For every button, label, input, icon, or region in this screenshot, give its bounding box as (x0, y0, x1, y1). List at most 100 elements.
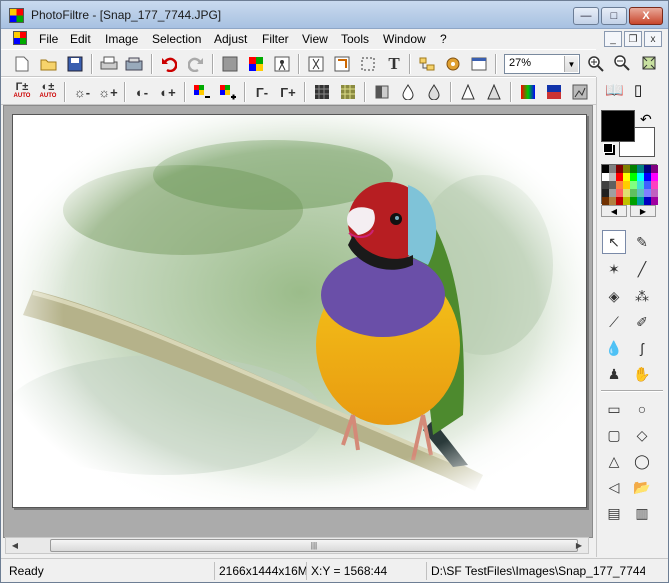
document-system-icon[interactable] (13, 31, 27, 45)
colorize-button[interactable] (517, 81, 539, 103)
film-tool[interactable]: ▤ (602, 501, 626, 525)
palette-swatch[interactable] (616, 189, 623, 197)
smudge-tool[interactable]: ʃ (630, 336, 654, 360)
palette-swatch[interactable] (623, 181, 630, 189)
save-button[interactable] (64, 53, 86, 75)
color-mode-button[interactable] (245, 53, 267, 75)
brush-tool[interactable]: ⟋ (602, 310, 626, 334)
palette-swatch[interactable] (630, 165, 637, 173)
book-panel-icon[interactable]: 📖 (605, 81, 625, 103)
plugin-button[interactable] (442, 53, 464, 75)
dust-button[interactable] (311, 81, 333, 103)
menu-view[interactable]: View (302, 32, 328, 46)
maximize-button[interactable]: □ (601, 7, 627, 25)
rectangle-tool[interactable]: ▭ (602, 397, 626, 421)
saturation-plus-button[interactable] (217, 81, 239, 103)
scroll-right-icon[interactable]: ▶ (571, 539, 587, 552)
blur-button[interactable] (397, 81, 419, 103)
scroll-left-icon[interactable]: ◀ (7, 539, 23, 552)
palette-swatch[interactable] (623, 197, 630, 205)
palette-next-button[interactable]: ▶ (630, 205, 656, 217)
palette-swatch[interactable] (644, 165, 651, 173)
palette-prev-button[interactable]: ◀ (601, 205, 627, 217)
soften-button[interactable] (371, 81, 393, 103)
open-folder-tool[interactable]: 📂 (630, 475, 654, 499)
swap-colors-icon[interactable]: ↶ (640, 111, 652, 128)
palette-swatch[interactable] (644, 189, 651, 197)
palette-swatch[interactable] (616, 165, 623, 173)
palette-swatch[interactable] (644, 173, 651, 181)
palette-swatch[interactable] (623, 173, 630, 181)
gamma-plus-button[interactable]: Γ+ (277, 81, 299, 103)
undo-button[interactable] (158, 53, 180, 75)
crop-button[interactable] (331, 53, 353, 75)
explorer-button[interactable] (416, 53, 438, 75)
minimize-button[interactable]: — (573, 7, 599, 25)
magic-wand-tool[interactable]: ✶ (602, 257, 626, 281)
blur-tool[interactable]: 💧 (602, 336, 626, 360)
blur-more-button[interactable] (423, 81, 445, 103)
zoom-select[interactable]: 27% ▼ (504, 54, 580, 74)
palette-swatch[interactable] (651, 181, 658, 189)
fill-tool[interactable]: ◈ (602, 284, 626, 308)
palette-swatch[interactable] (609, 189, 616, 197)
menu-tools[interactable]: Tools (341, 32, 369, 46)
spray-tool[interactable]: ⁂ (630, 284, 654, 308)
palette-swatch[interactable] (644, 181, 651, 189)
horizontal-scrollbar[interactable]: ◀ ||| ▶ (5, 537, 589, 554)
sharpen-more-button[interactable] (483, 81, 505, 103)
hand-tool[interactable]: ✋ (630, 362, 654, 386)
palette-swatch[interactable] (630, 181, 637, 189)
color-palette[interactable] (601, 164, 658, 205)
palette-swatch[interactable] (623, 165, 630, 173)
new-button[interactable] (11, 53, 33, 75)
contrast-plus-button[interactable]: ◐+ (157, 81, 179, 103)
palette-swatch[interactable] (644, 197, 651, 205)
palette-swatch[interactable] (637, 189, 644, 197)
automation-button[interactable] (271, 53, 293, 75)
palette-swatch[interactable] (651, 165, 658, 173)
menu-edit[interactable]: Edit (70, 32, 91, 46)
selection-tool[interactable]: ↖ (602, 230, 626, 254)
contrast-minus-button[interactable]: ◐- (131, 81, 153, 103)
palette-swatch[interactable] (651, 173, 658, 181)
palette-swatch[interactable] (637, 181, 644, 189)
brightness-plus-button[interactable]: ☼+ (97, 81, 119, 103)
photofiltre-app-icon[interactable] (9, 8, 24, 23)
palette-swatch[interactable] (630, 197, 637, 205)
palette-swatch[interactable] (616, 173, 623, 181)
diamond-tool[interactable]: ◇ (630, 423, 654, 447)
zoom-in-button[interactable] (585, 53, 607, 75)
ellipse-tool[interactable]: ○ (630, 397, 654, 421)
grayscale-button[interactable] (219, 53, 241, 75)
cut-button[interactable] (305, 53, 327, 75)
menu-filter[interactable]: Filter (262, 32, 289, 46)
panel-toggle-icon[interactable]: ▯ (634, 81, 656, 103)
triangle-tool[interactable]: △ (602, 449, 626, 473)
palette-swatch[interactable] (616, 197, 623, 205)
brightness-minus-button[interactable]: ☼- (71, 81, 93, 103)
palette-swatch[interactable] (602, 165, 609, 173)
menu-image[interactable]: Image (105, 32, 138, 46)
palette-swatch[interactable] (609, 181, 616, 189)
eyedropper-tool[interactable]: ✎ (630, 230, 654, 254)
palette-swatch[interactable] (609, 173, 616, 181)
palette-swatch[interactable] (651, 197, 658, 205)
chevron-down-icon[interactable]: ▼ (564, 56, 578, 72)
palette-swatch[interactable] (602, 197, 609, 205)
menu-file[interactable]: File (39, 32, 58, 46)
gradient-button[interactable] (543, 81, 565, 103)
title-bar[interactable]: PhotoFiltre - [Snap_177_7744.JPG] — □ X (1, 1, 668, 29)
image-document[interactable]: SnapFiles (12, 114, 587, 508)
fit-window-button[interactable] (638, 52, 660, 74)
zoom-out-button[interactable] (611, 52, 633, 74)
palette-swatch[interactable] (609, 165, 616, 173)
palette-swatch[interactable] (602, 181, 609, 189)
lasso-tool[interactable]: ◯ (630, 449, 654, 473)
pencil-tool[interactable]: ✐ (630, 310, 654, 334)
text-button[interactable]: T (383, 53, 405, 75)
saturation-minus-button[interactable] (191, 81, 213, 103)
scroll-thumb[interactable]: ||| (50, 539, 578, 552)
menu-help[interactable]: ? (440, 32, 447, 46)
rounded-rect-tool[interactable]: ▢ (602, 423, 626, 447)
